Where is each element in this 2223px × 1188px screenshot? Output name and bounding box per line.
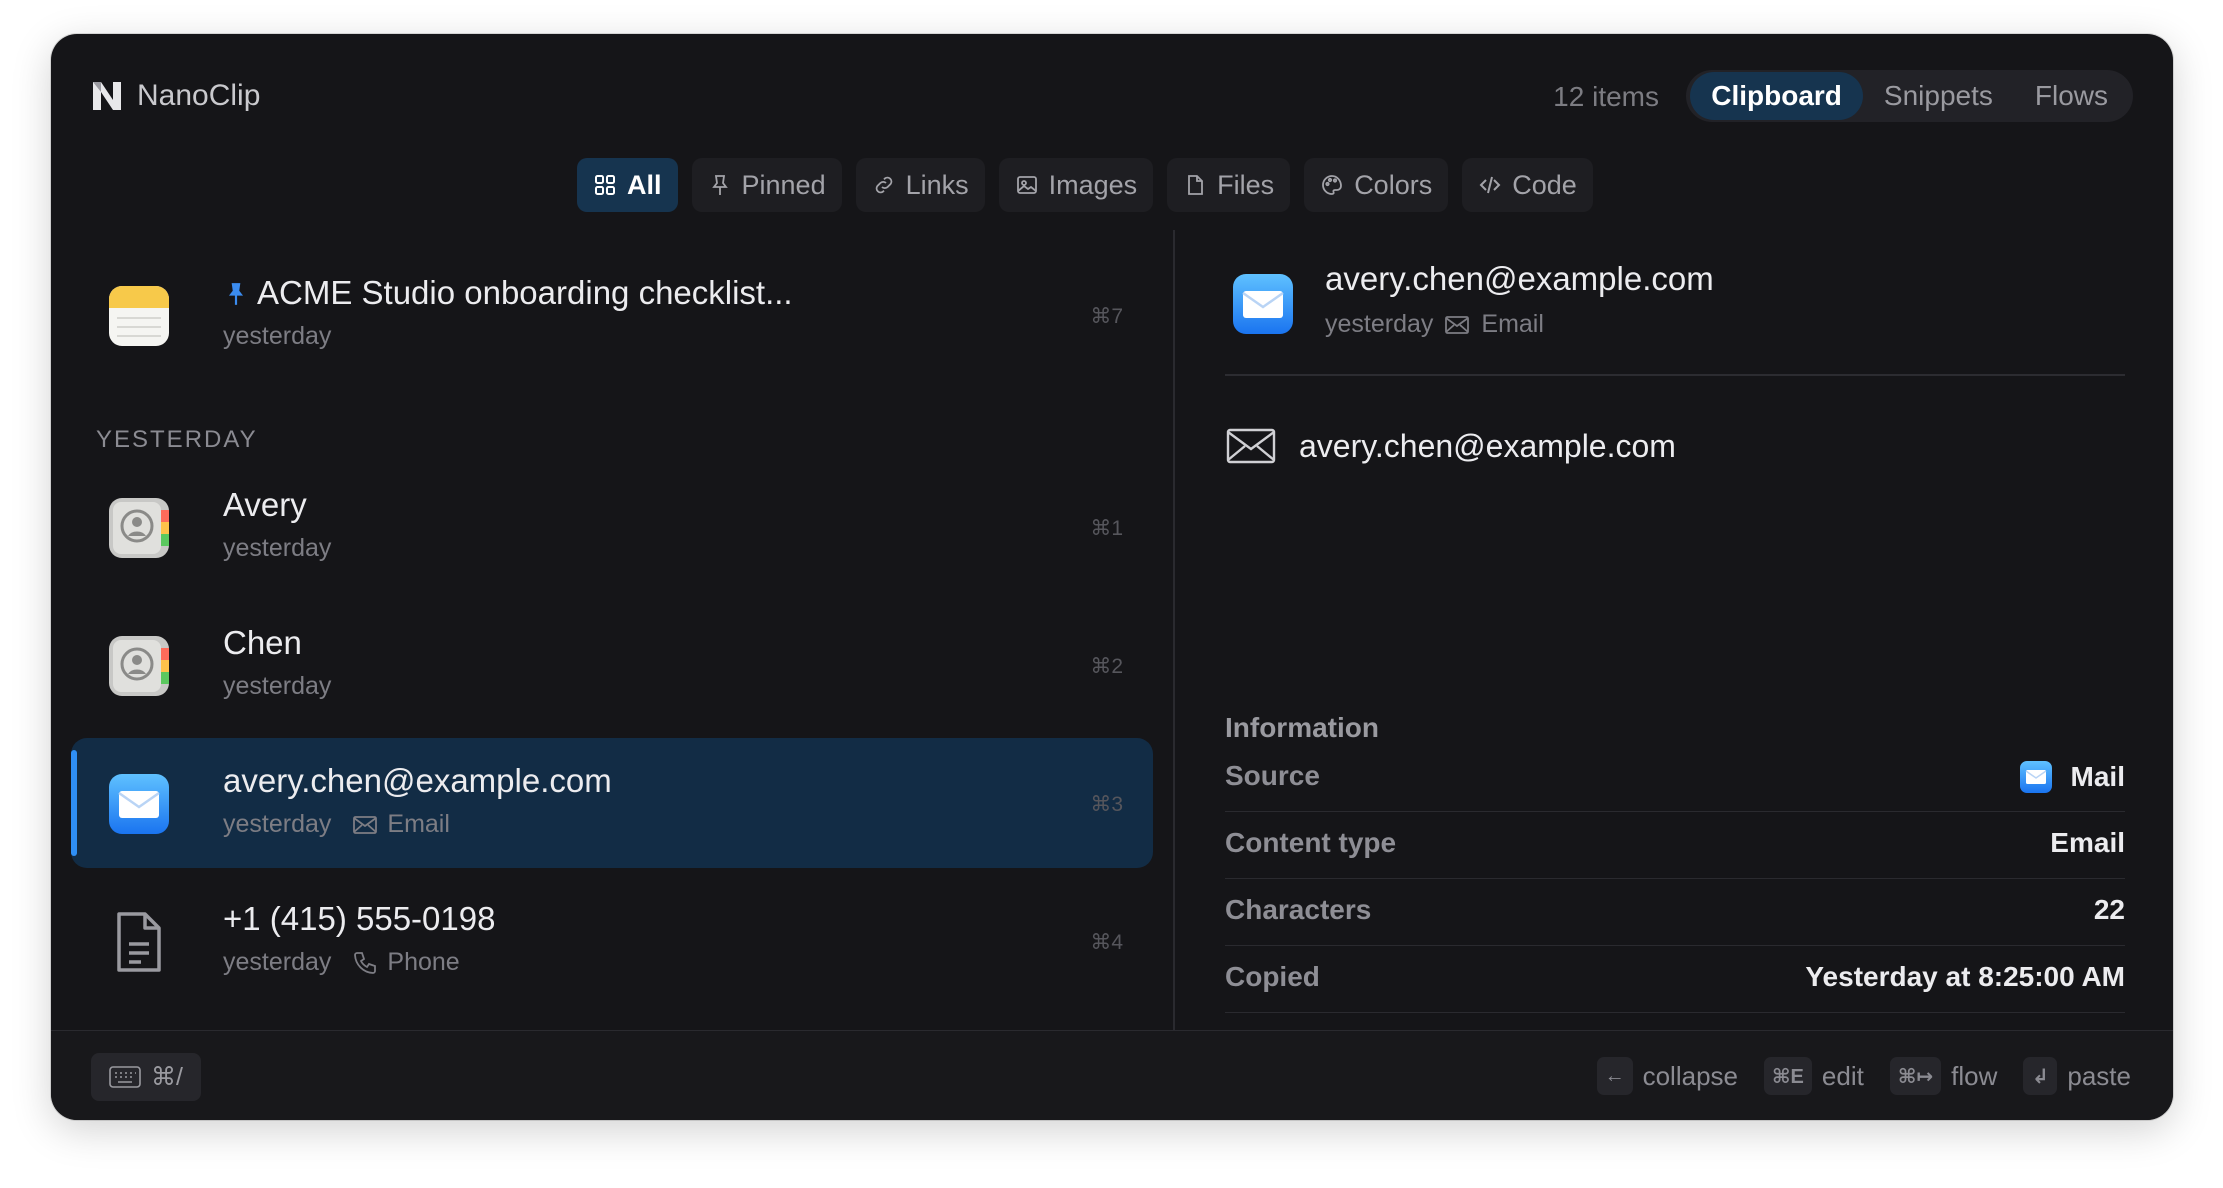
tab-flows[interactable]: Flows [2014, 72, 2129, 120]
list-item-title: Chen [223, 624, 302, 661]
hint-flow[interactable]: ⌘↦ flow [1889, 1057, 1997, 1095]
list-item-time: yesterday Email [223, 810, 450, 839]
link-icon [875, 176, 892, 194]
content-type-tag: Email [351, 810, 450, 839]
info-section-title: Information [1225, 712, 1379, 743]
selection-indicator [71, 750, 77, 856]
list-item[interactable]: Avery yesterday ⌘1 [71, 462, 1153, 592]
info-row-characters: Characters 22 [1225, 880, 2125, 946]
filter-pinned[interactable]: Pinned [691, 158, 842, 212]
image-icon [1016, 176, 1037, 194]
filter-label: Files [1217, 169, 1275, 200]
list-item-time: yesterday [223, 322, 332, 350]
detail-meta: yesterday Email [1325, 310, 1544, 338]
mode-tabs: Clipboard Snippets Flows [1686, 70, 2133, 122]
filter-label: All [627, 169, 662, 200]
filter-images[interactable]: Images [998, 158, 1154, 212]
shortcuts-button[interactable]: ⌘/ [91, 1053, 201, 1101]
info-row-content-type: Content type Email [1225, 813, 2125, 879]
mail-app-icon [109, 774, 169, 834]
code-icon [1479, 176, 1501, 194]
keyboard-hints: ← collapse ⌘E edit ⌘↦ flow ↲ paste [1596, 1057, 2131, 1095]
clip-list[interactable]: ACME Studio onboarding checklist... yest… [51, 230, 1173, 1065]
pane-divider[interactable] [1173, 230, 1175, 1065]
mail-app-icon [2019, 761, 2052, 793]
list-item-time: yesterday [223, 672, 332, 700]
list-item[interactable]: Chen yesterday ⌘2 [71, 600, 1153, 730]
return-key: ↲ [2023, 1057, 2058, 1095]
arrow-left-key: ← [1596, 1057, 1633, 1095]
tab-clipboard[interactable]: Clipboard [1690, 72, 1863, 120]
list-item[interactable]: +1 (415) 555-0198 yesterday Phone ⌘4 [71, 876, 1153, 1006]
keyboard-icon [109, 1066, 141, 1088]
tab-snippets[interactable]: Snippets [1863, 72, 2014, 120]
list-item-shortcut: ⌘2 [1090, 655, 1123, 678]
clip-content-text: avery.chen@example.com [1299, 427, 1676, 464]
list-item-title: ACME Studio onboarding checklist... [223, 274, 793, 312]
envelope-icon [1226, 428, 1276, 464]
cmd-tab-key: ⌘↦ [1889, 1057, 1942, 1095]
filter-colors[interactable]: Colors [1304, 158, 1449, 212]
info-row-source: Source Mail [1225, 746, 2125, 812]
hint-collapse[interactable]: ← collapse [1596, 1057, 1738, 1095]
contacts-app-icon [109, 498, 169, 558]
detail-title: avery.chen@example.com [1325, 260, 1714, 297]
filter-label: Images [1048, 169, 1138, 200]
list-item-selected[interactable]: avery.chen@example.com yesterday Email ⌘… [71, 738, 1153, 868]
notes-app-icon [109, 286, 169, 346]
footer-bar: ⌘/ ← collapse ⌘E edit ⌘↦ flow ↲ paste [51, 1030, 2173, 1120]
list-item-title: avery.chen@example.com [223, 762, 612, 799]
filter-label: Colors [1354, 169, 1433, 200]
list-item-shortcut: ⌘7 [1090, 305, 1123, 328]
filter-all[interactable]: All [577, 158, 678, 212]
filter-label: Code [1512, 169, 1577, 200]
detail-pane: avery.chen@example.com yesterday Email a… [1225, 230, 2125, 1065]
list-item-title: +1 (415) 555-0198 [223, 900, 496, 937]
list-item-title: Avery [223, 486, 307, 523]
list-item-time: yesterday [223, 534, 332, 562]
filter-label: Pinned [741, 169, 826, 200]
document-icon [117, 912, 161, 972]
detail-separator [1225, 374, 2125, 376]
list-item-shortcut: ⌘1 [1090, 517, 1123, 540]
app-title: NanoClip [137, 79, 261, 112]
filter-files[interactable]: Files [1167, 158, 1291, 212]
hint-paste[interactable]: ↲ paste [2023, 1057, 2131, 1095]
app-window: NanoClip 12 items Clipboard Snippets Flo… [51, 34, 2173, 1120]
list-item-shortcut: ⌘4 [1090, 931, 1123, 954]
list-item-shortcut: ⌘3 [1090, 793, 1123, 816]
phone-icon [354, 951, 377, 974]
info-row-copied: Copied Yesterday at 8:25:00 AM [1225, 947, 2125, 1013]
grid-icon [595, 175, 615, 195]
app-logo: NanoClip [89, 78, 260, 114]
pin-icon [711, 175, 728, 195]
filter-label: Links [905, 169, 969, 200]
pinned-icon [228, 283, 244, 305]
filter-bar: All Pinned Links Images Files Colors Cod… [577, 158, 1593, 212]
list-item[interactable]: ACME Studio onboarding checklist... yest… [71, 250, 1153, 380]
header: NanoClip 12 items Clipboard Snippets Flo… [51, 34, 2173, 164]
contacts-app-icon [109, 636, 169, 696]
nanoclip-logo-icon [93, 82, 121, 110]
clip-content[interactable]: avery.chen@example.com [1225, 426, 1676, 466]
mail-app-icon [1233, 274, 1293, 334]
filter-code[interactable]: Code [1462, 158, 1593, 212]
filter-links[interactable]: Links [855, 158, 985, 212]
palette-icon [1322, 175, 1343, 195]
hint-edit[interactable]: ⌘E edit [1764, 1057, 1864, 1095]
envelope-icon [353, 815, 378, 834]
content-type-tag: Phone [351, 948, 460, 977]
list-item-time: yesterday Phone [223, 948, 460, 977]
envelope-icon [1445, 315, 1470, 334]
cmd-e-key: ⌘E [1764, 1057, 1812, 1095]
section-label: YESTERDAY [96, 426, 258, 453]
item-count: 12 items [1553, 81, 1659, 112]
file-icon [1188, 175, 1204, 195]
